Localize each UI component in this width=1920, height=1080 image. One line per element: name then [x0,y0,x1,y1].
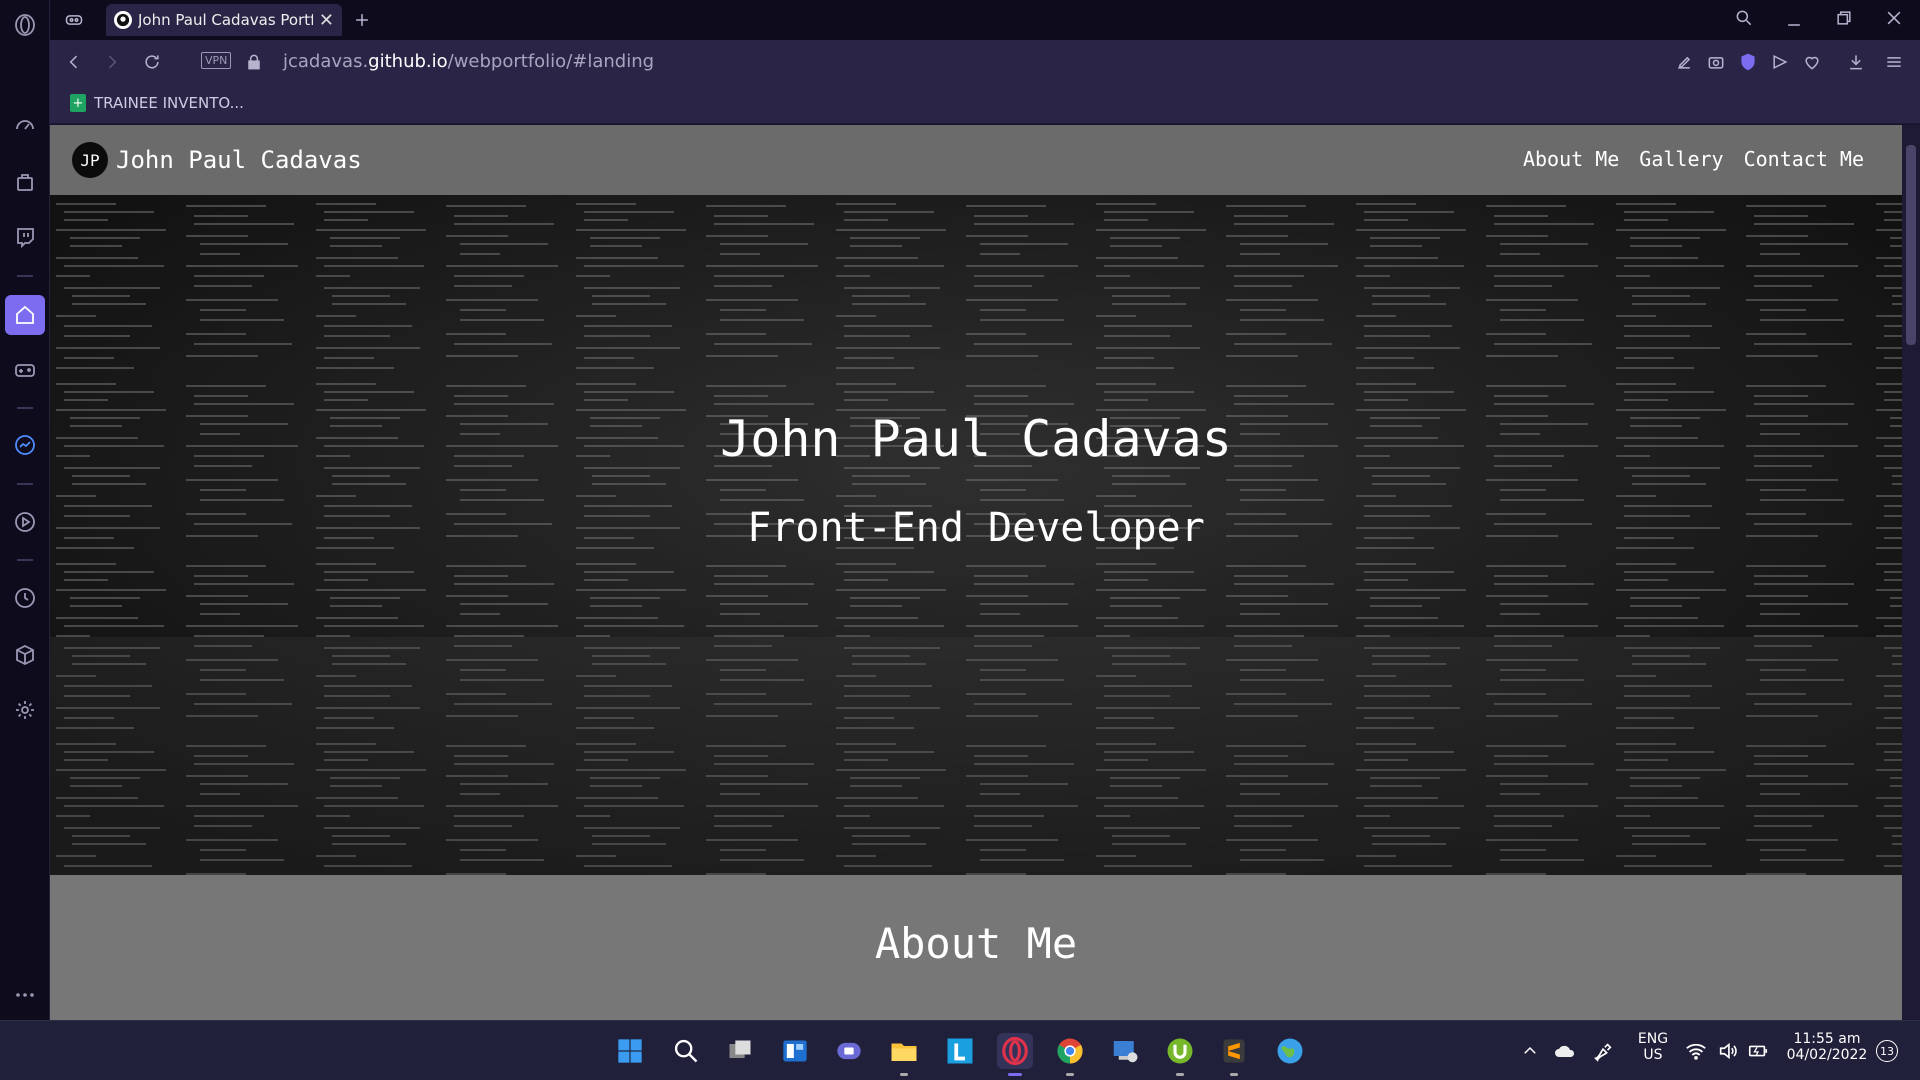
system-tool-icon[interactable] [1107,1033,1143,1069]
taskbar: ENG US 11:55 am 04/02/2022 13 [0,1020,1920,1080]
tab-bar: John Paul Cadavas Portfolio ✕ [50,0,1920,40]
vpn-badge[interactable]: VPN [201,52,232,69]
chrome-icon[interactable] [1052,1033,1088,1076]
scroll-thumb[interactable] [1906,145,1916,345]
twitch-icon[interactable] [5,218,45,258]
gamepad-icon[interactable] [5,350,45,390]
messenger-icon[interactable] [5,425,45,465]
bookmark-label: TRAINEE INVENTO... [94,94,244,112]
search-tabs-icon[interactable] [1732,6,1756,30]
camera-icon[interactable] [1704,50,1728,74]
workspaces-icon[interactable] [62,8,86,32]
hero-title: John Paul Cadavas [720,410,1232,468]
sublime-text-icon[interactable] [1216,1033,1252,1076]
player-icon[interactable] [5,502,45,542]
teams-chat-icon[interactable] [831,1033,867,1069]
settings-icon[interactable] [5,690,45,730]
nav-gallery[interactable]: Gallery [1639,147,1723,171]
site-name[interactable]: John Paul Cadavas [116,146,362,174]
extensions-icon[interactable] [5,635,45,675]
nav-about[interactable]: About Me [1523,147,1619,171]
language-indicator[interactable]: ENG US [1636,1031,1670,1063]
page-viewport: JP John Paul Cadavas About Me Gallery Co… [50,125,1902,1020]
about-title: About Me [874,919,1078,968]
hero-subtitle: Front-End Developer [747,505,1205,551]
close-window-icon[interactable] [1882,6,1906,30]
task-view-icon[interactable] [722,1033,758,1069]
shield-icon[interactable] [1736,50,1760,74]
battery-icon[interactable] [1746,1033,1770,1069]
forward-icon[interactable] [100,50,124,74]
home-icon[interactable] [5,295,45,335]
site-header: JP John Paul Cadavas About Me Gallery Co… [50,125,1902,195]
file-explorer-icon[interactable] [886,1033,922,1076]
browser-tab[interactable]: John Paul Cadavas Portfolio ✕ [106,4,342,36]
onedrive-icon[interactable] [1552,1033,1578,1069]
widgets-icon[interactable] [777,1033,813,1069]
history-icon[interactable] [5,578,45,618]
windows-start-icon[interactable] [612,1033,648,1069]
l-app-icon[interactable] [942,1033,978,1069]
bookmark-item[interactable]: + TRAINEE INVENTO... [70,94,244,112]
tab-title: John Paul Cadavas Portfolio [138,11,313,29]
easy-setup-icon[interactable] [1882,50,1906,74]
github-icon [114,11,132,29]
opera-gx-taskbar-icon[interactable] [997,1033,1033,1076]
volume-icon[interactable] [1716,1033,1740,1069]
restore-icon[interactable] [1832,6,1856,30]
opera-logo-icon[interactable] [5,5,45,45]
tab-close-icon[interactable]: ✕ [319,10,334,31]
site-nav: About Me Gallery Contact Me [1523,147,1864,171]
wifi-icon[interactable] [1684,1033,1708,1069]
more-icon[interactable] [5,975,45,1015]
utorrent-icon[interactable] [1162,1033,1198,1076]
globe-app-icon[interactable] [1272,1033,1308,1069]
url-field[interactable]: jcadavas.github.io/webportfolio/#landing [283,51,654,72]
heart-icon[interactable] [1800,50,1824,74]
new-tab-icon[interactable] [350,8,374,32]
bookmarks-bar: + TRAINEE INVENTO... [50,84,1920,124]
speed-dial-icon[interactable] [5,105,45,145]
sheets-icon: + [70,94,86,112]
send-icon[interactable] [1768,50,1792,74]
opera-sidebar [0,0,50,1020]
download-icon[interactable] [1844,50,1868,74]
lock-icon[interactable] [242,50,266,74]
address-bar: VPN jcadavas.github.io/webportfolio/#lan… [50,40,1920,84]
snapshot-edit-icon[interactable] [1672,50,1696,74]
taskbar-search-icon[interactable] [668,1033,704,1069]
back-icon[interactable] [62,50,86,74]
shopping-icon[interactable] [5,162,45,202]
notification-badge[interactable]: 13 [1876,1040,1898,1062]
nav-contact[interactable]: Contact Me [1744,147,1864,171]
pen-ink-icon[interactable] [1590,1033,1616,1069]
page-scrollbar[interactable] [1902,125,1920,1020]
about-section: About Me [50,875,1902,1020]
clock[interactable]: 11:55 am 04/02/2022 [1782,1031,1872,1063]
reload-icon[interactable] [140,50,164,74]
minimize-icon[interactable] [1782,8,1806,32]
site-logo[interactable]: JP [72,142,108,178]
hero-section: John Paul Cadavas Front-End Developer [50,195,1902,875]
tray-chevron-icon[interactable] [1520,1033,1540,1069]
